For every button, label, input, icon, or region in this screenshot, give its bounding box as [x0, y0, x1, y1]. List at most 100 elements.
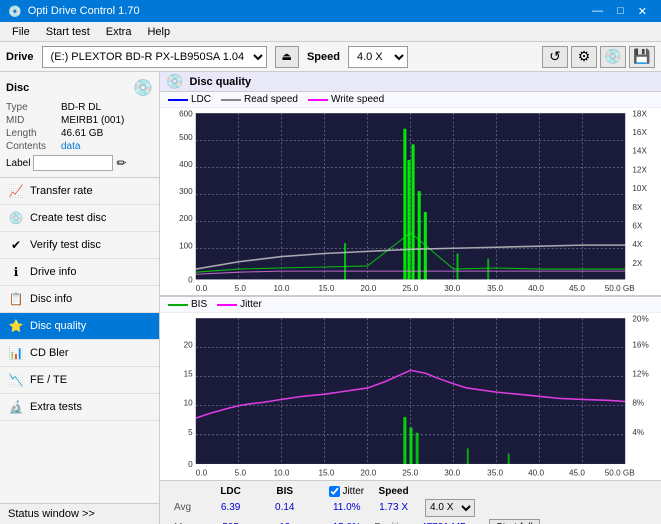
- nav-verify-test-disc[interactable]: ✔ Verify test disc: [0, 232, 159, 259]
- mid-label: MID: [6, 115, 61, 126]
- jitter-color-swatch: [217, 304, 237, 306]
- status-window-button[interactable]: Status window >>: [0, 504, 159, 524]
- svg-text:16X: 16X: [632, 128, 647, 137]
- svg-text:200: 200: [179, 214, 193, 223]
- read-speed-legend-label: Read speed: [244, 94, 298, 105]
- nav-drive-info-label: Drive info: [30, 266, 76, 278]
- save-button[interactable]: 💾: [629, 46, 655, 68]
- nav-extra-tests[interactable]: 🔬 Extra tests: [0, 394, 159, 421]
- label-input[interactable]: [33, 155, 113, 171]
- status-window-label: Status window >>: [8, 508, 95, 520]
- nav-extra-tests-label: Extra tests: [30, 401, 82, 413]
- menu-help[interactable]: Help: [139, 24, 178, 40]
- max-jitter: 15.0%: [325, 519, 368, 524]
- maximize-button[interactable]: □: [611, 3, 630, 19]
- bis-col-header: BIS: [260, 486, 309, 497]
- mid-value: MEIRB1 (001): [61, 115, 124, 126]
- svg-text:45.0: 45.0: [569, 284, 585, 293]
- svg-text:14X: 14X: [632, 147, 647, 156]
- stat-table: LDC BIS Jitter Speed: [166, 484, 552, 524]
- length-label: Length: [6, 128, 61, 139]
- svg-text:8%: 8%: [632, 399, 644, 408]
- disc-button[interactable]: 💿: [600, 46, 626, 68]
- jitter-legend-label: Jitter: [240, 299, 262, 310]
- svg-text:45.0: 45.0: [569, 468, 585, 477]
- title-bar: 💿 Opti Drive Control 1.70 — □ ✕: [0, 0, 661, 22]
- nav-cd-bler[interactable]: 📊 CD Bler: [0, 340, 159, 367]
- nav-disc-info-label: Disc info: [30, 293, 72, 305]
- drive-select[interactable]: (E:) PLEXTOR BD-R PX-LB950SA 1.04: [42, 46, 267, 68]
- svg-text:20: 20: [184, 340, 194, 349]
- chart-title: Disc quality: [189, 76, 251, 88]
- jitter-col-header: Jitter: [342, 486, 364, 497]
- config-button[interactable]: ⚙: [571, 46, 597, 68]
- svg-text:5.0: 5.0: [235, 468, 247, 477]
- speed-select[interactable]: 4.0 X: [348, 46, 408, 68]
- minimize-button[interactable]: —: [586, 3, 609, 19]
- svg-text:500: 500: [179, 133, 193, 142]
- svg-text:4%: 4%: [632, 428, 644, 437]
- menu-start-test[interactable]: Start test: [38, 24, 98, 40]
- drive-label: Drive: [6, 51, 34, 63]
- svg-text:10: 10: [184, 399, 194, 408]
- disc-panel: Disc 💿 Type BD-R DL MID MEIRB1 (001) Len…: [0, 72, 159, 178]
- nav-create-test-disc[interactable]: 💿 Create test disc: [0, 205, 159, 232]
- nav-fe-te[interactable]: 📉 FE / TE: [0, 367, 159, 394]
- svg-text:35.0: 35.0: [487, 284, 503, 293]
- close-button[interactable]: ✕: [632, 3, 653, 19]
- lower-legend: BIS Jitter: [160, 296, 661, 313]
- nav-drive-info[interactable]: ℹ Drive info: [0, 259, 159, 286]
- svg-text:8X: 8X: [632, 203, 642, 212]
- legend-read-speed: Read speed: [221, 94, 298, 105]
- nav-disc-quality[interactable]: ⭐ Disc quality: [0, 313, 159, 340]
- fe-te-icon: 📉: [8, 372, 24, 388]
- disc-panel-icon: 💿: [133, 78, 153, 98]
- svg-text:25.0: 25.0: [402, 468, 418, 477]
- svg-text:12%: 12%: [632, 369, 649, 378]
- label-field-label: Label: [6, 158, 30, 169]
- svg-text:50.0 GB: 50.0 GB: [605, 468, 635, 477]
- svg-text:15.0: 15.0: [318, 284, 334, 293]
- refresh-button[interactable]: ↺: [542, 46, 568, 68]
- menu-file[interactable]: File: [4, 24, 38, 40]
- label-edit-icon[interactable]: ✏: [116, 156, 126, 170]
- nav-transfer-rate[interactable]: 📈 Transfer rate: [0, 178, 159, 205]
- window-controls: — □ ✕: [586, 3, 653, 19]
- drive-toolbar: ↺ ⚙ 💿 💾: [542, 46, 655, 68]
- jitter-checkbox[interactable]: [329, 486, 340, 497]
- legend-write-speed: Write speed: [308, 94, 384, 105]
- speed-val: 1.73 X: [370, 499, 417, 517]
- menu-extra[interactable]: Extra: [98, 24, 140, 40]
- svg-text:6X: 6X: [632, 221, 642, 230]
- svg-text:20%: 20%: [632, 314, 649, 323]
- svg-text:0.0: 0.0: [196, 468, 208, 477]
- contents-value: data: [61, 141, 80, 152]
- position-label: Position: [370, 519, 417, 524]
- create-test-disc-icon: 💿: [8, 210, 24, 226]
- speed-label: Speed: [307, 51, 340, 63]
- eject-button[interactable]: ⏏: [275, 46, 299, 68]
- nav-fe-te-label: FE / TE: [30, 374, 67, 386]
- disc-info-icon: 📋: [8, 291, 24, 307]
- nav-disc-info[interactable]: 📋 Disc info: [0, 286, 159, 313]
- length-value: 46.61 GB: [61, 128, 103, 139]
- avg-label: Avg: [168, 499, 201, 517]
- jitter-checkbox-cell[interactable]: Jitter: [325, 486, 368, 497]
- svg-text:5: 5: [188, 428, 193, 437]
- speed-dropdown-select[interactable]: 4.0 X: [425, 499, 475, 517]
- content-area: 💿 Disc quality LDC Read speed Write spee…: [160, 72, 661, 524]
- drive-bar: Drive (E:) PLEXTOR BD-R PX-LB950SA 1.04 …: [0, 42, 661, 72]
- ldc-color-swatch: [168, 99, 188, 101]
- nav-verify-test-disc-label: Verify test disc: [30, 239, 101, 251]
- svg-text:15.0: 15.0: [318, 468, 334, 477]
- svg-text:4X: 4X: [632, 240, 642, 249]
- start-full-button[interactable]: Start full: [489, 519, 540, 524]
- transfer-rate-icon: 📈: [8, 183, 24, 199]
- upper-chart-svg: 0 100 200 300 400 500 600 18X 16X 14X 12…: [160, 108, 661, 295]
- svg-text:25.0: 25.0: [402, 284, 418, 293]
- verify-test-disc-icon: ✔: [8, 237, 24, 253]
- svg-text:10X: 10X: [632, 184, 647, 193]
- svg-text:30.0: 30.0: [444, 468, 460, 477]
- svg-text:5.0: 5.0: [235, 284, 247, 293]
- position-val: 47731 MB: [419, 519, 481, 524]
